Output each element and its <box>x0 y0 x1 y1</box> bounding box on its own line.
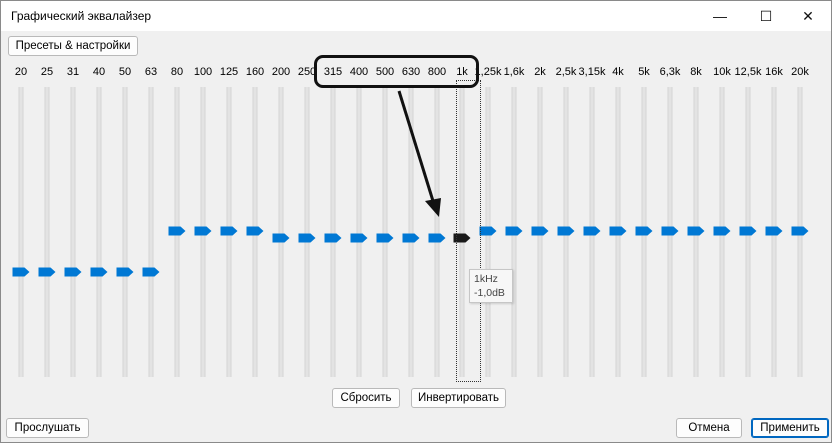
annotation-arrow <box>397 90 441 217</box>
listen-button[interactable]: Прослушать <box>6 418 89 438</box>
invert-button[interactable]: Инвертировать <box>411 388 506 408</box>
apply-button[interactable]: Применить <box>751 418 829 438</box>
reset-button[interactable]: Сбросить <box>332 388 400 408</box>
equalizer-window: Графический эквалайзер — ☐ ✕ Пресеты & н… <box>0 0 832 443</box>
cancel-button[interactable]: Отмена <box>676 418 742 438</box>
